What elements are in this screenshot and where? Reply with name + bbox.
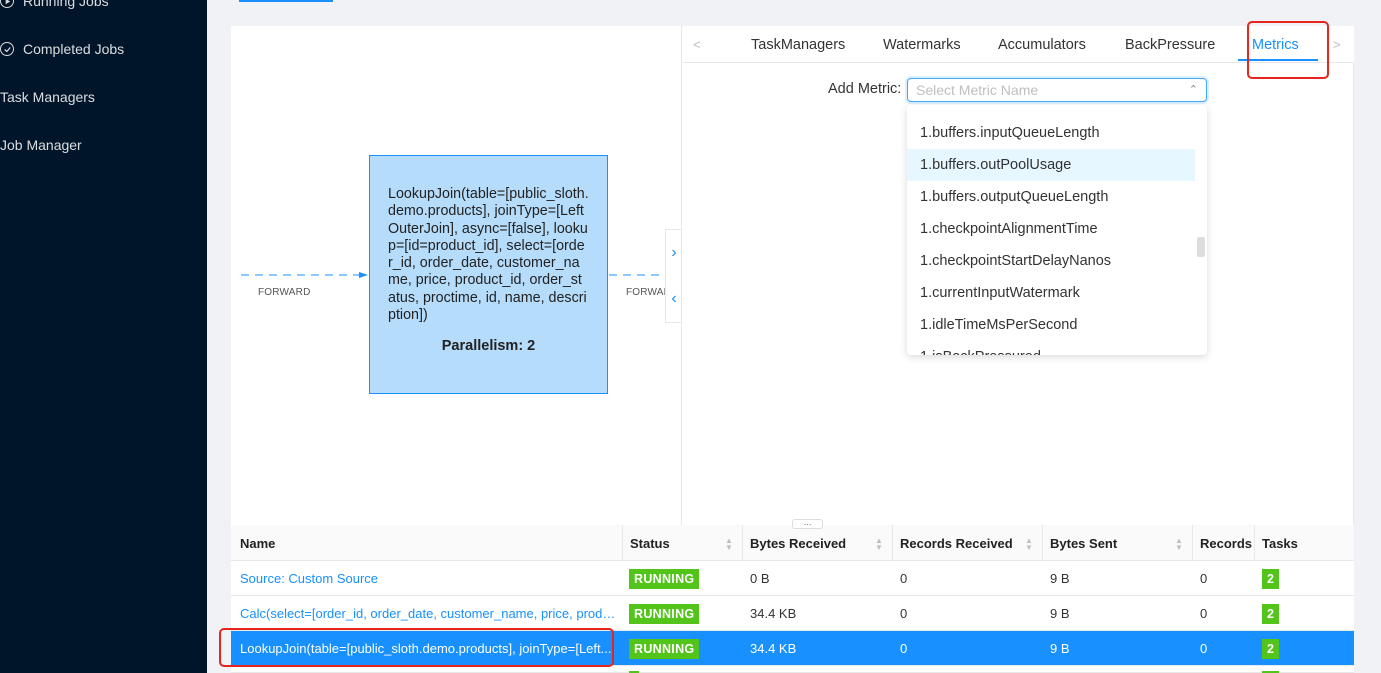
chevron-right-icon[interactable]: › (671, 244, 676, 262)
column-divider (1042, 525, 1043, 561)
column-header-bytes-received[interactable]: Bytes Received (750, 536, 846, 551)
annotation-highlight-lookupjoin (219, 628, 614, 667)
column-divider (622, 525, 623, 561)
tasks-badge: 2 (1262, 569, 1279, 589)
dropdown-option[interactable]: 1.buffers.outputQueueLength (907, 181, 1195, 213)
sidebar-item-label: Task Managers (0, 89, 95, 105)
dropdown-option[interactable]: 1.checkpointAlignmentTime (907, 213, 1195, 245)
column-header-records-sent[interactable]: Records S (1200, 536, 1254, 551)
sidebar-item-running-jobs[interactable]: Running Jobs (0, 0, 109, 9)
row-records-sent: 0 (1200, 571, 1208, 586)
metric-name-select[interactable]: Select Metric Name ⌃ (907, 78, 1207, 102)
column-divider (1254, 525, 1255, 561)
sort-icon[interactable]: ▲ ▼ (1025, 537, 1033, 552)
add-metric-label: Add Metric: (828, 81, 902, 97)
node-parallelism: Parallelism: 2 (441, 338, 536, 355)
status-badge: RUNNING (629, 569, 700, 589)
metric-dropdown[interactable]: 1.buffers.inputQueueLength 1.buffers.out… (907, 105, 1207, 355)
tasks-badge: 2 (1262, 604, 1279, 624)
row-bytes-sent: 9 B (1050, 641, 1070, 656)
sort-icon[interactable]: ▲ ▼ (875, 537, 883, 552)
annotation-highlight-metrics (1247, 21, 1329, 79)
tab-watermarks[interactable]: Watermarks (883, 37, 961, 53)
row-bytes-sent: 9 B (1050, 571, 1070, 586)
chevron-left-icon[interactable]: ‹ (671, 290, 676, 308)
column-header-bytes-sent[interactable]: Bytes Sent (1050, 536, 1117, 551)
column-header-records-received[interactable]: Records Received (900, 536, 1013, 551)
row-name[interactable]: Source: Custom Source (240, 561, 620, 596)
row-records-sent: 0 (1200, 606, 1208, 621)
node-description: LookupJoin(table=[public_sloth.demo.prod… (388, 186, 589, 324)
table-row[interactable]: Calc(select=[order_id, order_date, custo… (231, 596, 1354, 631)
metric-select-placeholder: Select Metric Name (916, 82, 1039, 98)
column-header-name[interactable]: Name (240, 536, 275, 551)
dropdown-option[interactable]: 1.currentInputWatermark (907, 277, 1195, 309)
column-header-status[interactable]: Status (630, 536, 670, 551)
row-bytes-received: 0 B (750, 571, 770, 586)
column-divider (892, 525, 893, 561)
chevron-up-icon: ⌃ (1188, 84, 1198, 96)
row-records-sent: 0 (1200, 641, 1208, 656)
sidebar-item-job-manager[interactable]: Job Manager (0, 137, 82, 153)
sidebar: Running Jobs Completed Jobs Task Manager… (0, 0, 207, 673)
table-row[interactable] (231, 666, 1354, 673)
graph-node-lookupjoin[interactable]: LookupJoin(table=[public_sloth.demo.prod… (369, 155, 608, 394)
dropdown-option[interactable]: 1.isBackPressured (907, 341, 1195, 355)
column-divider (742, 525, 743, 561)
row-records-received: 0 (900, 571, 908, 586)
row-records-received: 0 (900, 641, 908, 656)
dropdown-option[interactable]: 1.buffers.inputQueueLength (907, 117, 1195, 149)
sidebar-item-label: Running Jobs (23, 0, 109, 9)
dropdown-option[interactable]: 1.buffers.outPoolUsage (907, 149, 1195, 181)
dropdown-option[interactable]: 1.checkpointStartDelayNanos (907, 245, 1195, 277)
edge-in-label: FORWARD (258, 287, 311, 298)
dropdown-scrollbar[interactable] (1197, 237, 1205, 257)
row-records-received: 0 (900, 606, 908, 621)
dropdown-option[interactable]: 1.idleTimeMsPerSecond (907, 309, 1195, 341)
sidebar-item-label: Completed Jobs (23, 41, 125, 57)
row-name[interactable]: Calc(select=[order_id, order_date, custo… (240, 596, 620, 631)
tab-accumulators[interactable]: Accumulators (998, 37, 1086, 53)
check-circle-icon (0, 42, 14, 56)
row-bytes-received: 34.4 KB (750, 641, 797, 656)
column-divider (1192, 525, 1193, 561)
play-circle-icon (0, 0, 14, 8)
sort-icon[interactable]: ▲ ▼ (725, 537, 733, 552)
status-badge: RUNNING (629, 604, 700, 624)
tab-next-icon[interactable]: > (1333, 37, 1341, 52)
edge-in-arrowhead (359, 272, 368, 278)
sidebar-item-completed-jobs[interactable]: Completed Jobs (0, 41, 124, 57)
tab-taskmanagers[interactable]: TaskManagers (751, 37, 845, 53)
status-badge: RUNNING (629, 639, 700, 659)
tab-backpressure[interactable]: BackPressure (1125, 37, 1215, 53)
sidebar-item-task-managers[interactable]: Task Managers (0, 89, 95, 105)
sort-icon[interactable]: ▲ ▼ (1175, 537, 1183, 552)
tab-prev-icon[interactable]: < (693, 37, 701, 52)
row-bytes-received: 34.4 KB (750, 606, 797, 621)
resize-handle-icon[interactable]: ... (792, 518, 823, 529)
panel-toggle[interactable]: › ‹ (665, 229, 681, 323)
row-bytes-sent: 9 B (1050, 606, 1070, 621)
sidebar-item-label: Job Manager (0, 137, 82, 153)
top-tab-underline (239, 0, 333, 2)
job-graph[interactable]: FORWARD FORWAR LookupJoin(table=[public_… (231, 26, 682, 525)
table-row[interactable]: Source: Custom Source RUNNING 0 B 0 9 B … (231, 561, 1354, 596)
column-header-tasks[interactable]: Tasks (1262, 536, 1298, 551)
tasks-badge: 2 (1262, 639, 1279, 659)
